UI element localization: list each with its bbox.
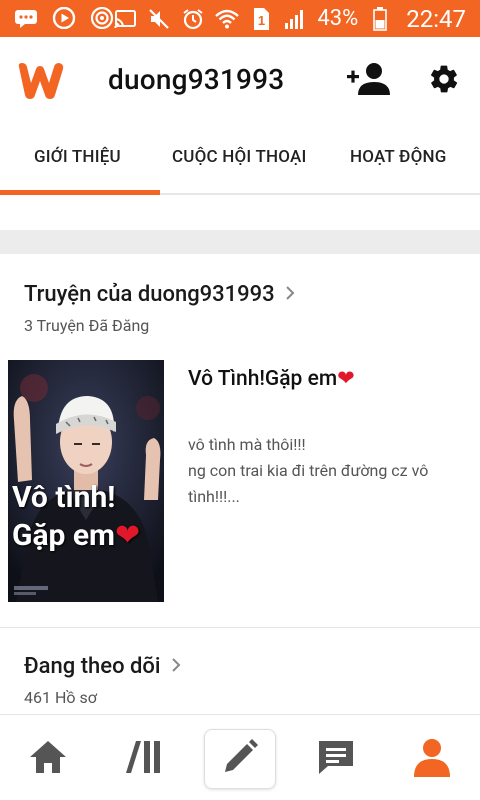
- profile-screen: 1 43% 22:47 duong931993 GIỚI THIỆU CUỘC …: [0, 0, 480, 800]
- nav-home[interactable]: [18, 729, 78, 789]
- nav-profile[interactable]: [402, 729, 462, 789]
- story-cover[interactable]: Vô tình! Gặp em❤: [8, 360, 164, 602]
- tab-activity[interactable]: HOẠT ĐỘNG: [350, 147, 447, 167]
- status-bar: 1 43% 22:47: [0, 0, 480, 37]
- sim-1-icon: 1: [249, 7, 273, 30]
- following-title: Đang theo dõi: [24, 654, 161, 679]
- stories-section-header[interactable]: Truyện của duong931993: [24, 282, 295, 307]
- stories-count: 3 Truyện Đã Đăng: [24, 316, 150, 335]
- stories-title: Truyện của duong931993: [24, 282, 275, 307]
- profile-icon: [412, 737, 452, 781]
- messages-icon: [316, 738, 356, 780]
- chevron-right-icon: [285, 282, 295, 307]
- alarm-icon: [181, 8, 205, 30]
- wifi-icon: [215, 8, 240, 30]
- signal-icon: [283, 8, 307, 30]
- home-icon: [28, 739, 68, 779]
- active-tab-indicator: [0, 190, 160, 195]
- tab-about[interactable]: GIỚI THIỆU: [34, 147, 121, 167]
- cover-title-line2: Gặp em❤: [12, 518, 141, 553]
- profile-tabs: GIỚI THIỆU CUỘC HỘI THOẠI HOẠT ĐỘNG: [0, 125, 480, 195]
- following-count: 461 Hồ sơ: [24, 688, 97, 707]
- circle-icon: [90, 7, 114, 29]
- svg-text:1: 1: [258, 13, 265, 28]
- settings-button[interactable]: [422, 59, 466, 103]
- nav-library[interactable]: [114, 729, 174, 789]
- wattpad-logo[interactable]: [16, 61, 68, 101]
- follow-icon: [346, 61, 390, 101]
- divider: [0, 627, 480, 628]
- nav-messages[interactable]: [306, 729, 366, 789]
- settings-icon: [428, 63, 460, 99]
- library-icon: [124, 737, 164, 781]
- cover-title-line1: Vô tình!: [12, 480, 116, 515]
- chevron-right-icon: [171, 654, 181, 679]
- youtube-icon: [52, 7, 76, 29]
- battery-icon: [368, 6, 392, 31]
- nav-write[interactable]: [204, 729, 276, 789]
- profile-username: duong931993: [108, 63, 285, 96]
- write-icon: [221, 738, 259, 780]
- mute-icon: [147, 8, 171, 30]
- follow-button[interactable]: [346, 59, 390, 103]
- story-title[interactable]: Vô Tình!Gặp em❤: [188, 366, 355, 391]
- following-section-header[interactable]: Đang theo dõi: [24, 654, 181, 679]
- story-description: vô tình mà thôi!!! ng con trai kia đi tr…: [188, 435, 429, 506]
- clock: 22:47: [406, 4, 466, 33]
- section-separator: [0, 230, 480, 254]
- message-icon: [14, 7, 38, 29]
- cast-icon: [113, 8, 137, 30]
- battery-percent: 43%: [317, 6, 359, 31]
- tab-conversations[interactable]: CUỘC HỘI THOẠI: [172, 147, 307, 167]
- heart-icon: ❤: [337, 367, 355, 391]
- app-header: duong931993: [0, 37, 480, 125]
- heart-icon: ❤: [115, 518, 141, 553]
- bottom-navigation: [0, 714, 480, 800]
